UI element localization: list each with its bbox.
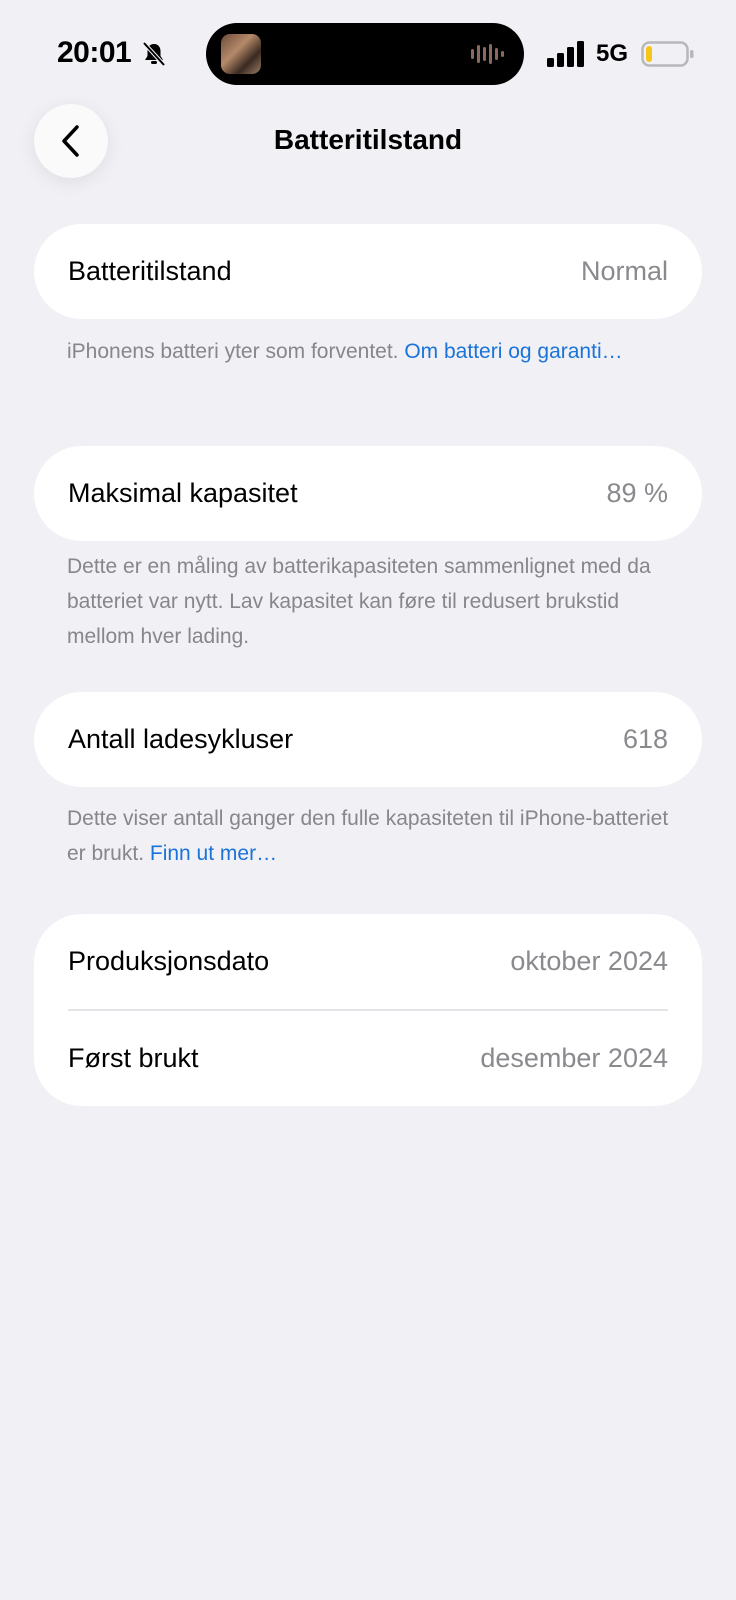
max-capacity-label: Maksimal kapasitet	[68, 478, 298, 508]
max-capacity-row: Maksimal kapasitet 89 %	[34, 446, 702, 541]
first-use-row: Først brukt desember 2024	[34, 1011, 702, 1106]
network-type: 5G	[596, 40, 629, 67]
battery-health-card: Batteritilstand Normal	[34, 224, 702, 319]
first-use-label: Først brukt	[68, 1043, 199, 1073]
max-capacity-value: 89 %	[606, 478, 668, 508]
cycle-count-row: Antall ladesykluser 618	[34, 692, 702, 787]
battery-health-footnote-text: iPhonens batteri yter som forventet.	[67, 340, 405, 363]
battery-health-value: Normal	[580, 256, 668, 286]
max-capacity-card: Maksimal kapasitet 89 %	[34, 446, 702, 541]
dynamic-island[interactable]	[206, 23, 524, 85]
now-playing-artwork[interactable]	[221, 34, 261, 74]
battery-health-row: Batteritilstand Normal	[34, 224, 702, 319]
first-use-value: desember 2024	[480, 1043, 668, 1073]
battery-health-label: Batteritilstand	[68, 256, 232, 286]
cycle-count-footnote: Dette viser antall ganger den fulle kapa…	[67, 801, 677, 871]
manufacture-date-label: Produksjonsdato	[68, 946, 270, 976]
manufacture-date-row: Produksjonsdato oktober 2024	[34, 914, 702, 1009]
page-title: Batteritilstand	[273, 124, 463, 155]
learn-more-link[interactable]: Finn ut mer…	[150, 842, 277, 865]
cycle-count-value: 618	[622, 724, 668, 754]
battery-warranty-link[interactable]: Om batteri og garanti…	[404, 340, 622, 363]
navigation-bar: Batteritilstand	[0, 104, 736, 178]
bell-slash-icon	[142, 41, 166, 67]
status-bar: 20:01 5G	[0, 0, 736, 100]
battery-health-footnote: iPhonens batteri yter som forventet. Om …	[67, 334, 677, 369]
cycle-count-card: Antall ladesykluser 618	[34, 692, 702, 787]
battery-icon	[641, 41, 694, 67]
status-time: 20:01	[57, 36, 132, 69]
max-capacity-footnote: Dette er en måling av batterikapasiteten…	[67, 555, 651, 648]
cycle-count-label: Antall ladesykluser	[68, 724, 294, 754]
dates-card: Produksjonsdato oktober 2024 Først brukt…	[34, 914, 702, 1106]
manufacture-date-value: oktober 2024	[510, 946, 668, 976]
audio-wave-icon	[471, 44, 504, 64]
signal-icon	[547, 41, 584, 67]
